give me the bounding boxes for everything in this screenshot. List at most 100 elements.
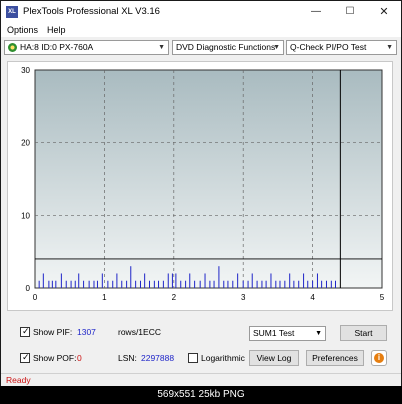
data-bar [88, 280, 90, 288]
plot-background [34, 69, 383, 289]
image-caption: 569x551 25kb PNG [0, 386, 402, 404]
data-bar [261, 280, 263, 288]
data-bar [316, 273, 318, 288]
view-log-button[interactable]: View Log [249, 350, 299, 366]
function-select-value: DVD Diagnostic Functions [176, 42, 276, 52]
data-bar [78, 273, 80, 288]
data-bar [204, 273, 206, 288]
data-bar [330, 280, 332, 288]
data-bar [275, 280, 277, 288]
x-tick-label: 3 [241, 293, 246, 302]
data-bar [321, 280, 323, 288]
data-bar [242, 280, 244, 288]
data-bar [96, 280, 98, 288]
data-bar [227, 280, 229, 288]
data-bar [270, 273, 272, 288]
menu-help[interactable]: Help [47, 25, 66, 35]
y-tick-label: 0 [26, 284, 31, 293]
data-bar [126, 280, 128, 288]
pipo-chart: 0 1 2 3 4 5 0 10 20 30 [21, 66, 385, 302]
pof-value: 0 [77, 353, 82, 363]
data-bar [74, 280, 76, 288]
lsn-value: 2297888 [141, 353, 175, 363]
data-bar [167, 273, 169, 288]
data-bar [180, 280, 182, 288]
logarithmic-checkbox[interactable] [188, 353, 198, 363]
logarithmic-label: Logarithmic [201, 353, 245, 363]
function-select[interactable]: DVD Diagnostic Functions ▼ [172, 40, 284, 55]
data-bar [48, 280, 50, 288]
info-icon: i [374, 353, 384, 363]
data-bar [335, 280, 337, 288]
title-bar[interactable]: XL PlexTools Professional XL V3.16 — ☐ ✕ [1, 1, 401, 23]
drive-select[interactable]: HA:8 ID:0 PX-760A ▼ [4, 40, 169, 55]
y-tick-label: 10 [21, 211, 30, 220]
data-bar [116, 273, 118, 288]
data-bar [83, 280, 85, 288]
status-bar: Ready [1, 373, 401, 386]
sum-test-select[interactable]: SUM1 Test ▼ [249, 326, 326, 341]
data-bar [189, 273, 191, 288]
disc-drive-icon [8, 43, 17, 52]
pif-value: 1307 [77, 327, 96, 337]
show-pif-label: Show PIF: [33, 327, 73, 337]
data-bar [93, 280, 95, 288]
data-bar [144, 273, 146, 288]
preferences-button[interactable]: Preferences [306, 350, 364, 366]
data-bar [213, 280, 215, 288]
status-text: Ready [6, 375, 31, 385]
data-bar [139, 280, 141, 288]
pif-unit: rows/1ECC [118, 327, 161, 337]
data-bar [247, 280, 249, 288]
app-window: XL PlexTools Professional XL V3.16 — ☐ ✕… [0, 0, 402, 386]
data-bar [237, 273, 239, 288]
start-button[interactable]: Start [340, 325, 387, 341]
x-tick-label: 5 [380, 293, 385, 302]
info-button[interactable]: i [371, 350, 387, 366]
chevron-down-icon: ▼ [386, 44, 393, 51]
minimize-button[interactable]: — [299, 1, 333, 23]
data-bar [293, 280, 295, 288]
data-bar [60, 273, 62, 288]
show-pof-label: Show POF: [33, 353, 77, 363]
show-pif-checkbox[interactable]: ✓ [20, 326, 30, 337]
checkmark-icon: ✓ [22, 326, 30, 336]
checkmark-icon: ✓ [22, 352, 30, 362]
menu-options[interactable]: Options [7, 25, 38, 35]
data-bar [199, 280, 201, 288]
chart-area: 0 1 2 3 4 5 0 10 20 30 [7, 61, 393, 311]
chevron-down-icon: ▼ [158, 44, 165, 51]
data-bar [298, 280, 300, 288]
show-pof-checkbox[interactable]: ✓ [20, 352, 30, 363]
test-select-value: Q-Check PI/PO Test [290, 42, 367, 52]
data-bar [101, 273, 103, 288]
data-bar [149, 280, 151, 288]
menu-bar: Options Help [1, 23, 401, 37]
data-bar [51, 280, 53, 288]
x-tick-label: 4 [310, 293, 315, 302]
data-bar [107, 280, 109, 288]
data-bar [171, 273, 173, 288]
data-bar [194, 280, 196, 288]
data-bar [185, 280, 187, 288]
lsn-label: LSN: [118, 353, 137, 363]
data-bar [232, 280, 234, 288]
data-bar [175, 273, 177, 288]
data-bar [256, 280, 258, 288]
y-tick-label: 30 [21, 66, 30, 75]
x-tick-label: 2 [172, 293, 177, 302]
data-bar [303, 273, 305, 288]
data-bar [307, 280, 309, 288]
maximize-button[interactable]: ☐ [333, 1, 367, 23]
close-button[interactable]: ✕ [367, 1, 401, 23]
data-bar [223, 280, 225, 288]
chevron-down-icon: ▼ [315, 330, 322, 337]
test-select[interactable]: Q-Check PI/PO Test ▼ [286, 40, 397, 55]
data-bar [55, 280, 57, 288]
data-bar [162, 280, 164, 288]
data-bar [265, 280, 267, 288]
x-tick-label: 1 [102, 293, 107, 302]
data-bar [42, 273, 44, 288]
y-tick-label: 20 [21, 139, 30, 148]
data-bar [130, 266, 132, 288]
